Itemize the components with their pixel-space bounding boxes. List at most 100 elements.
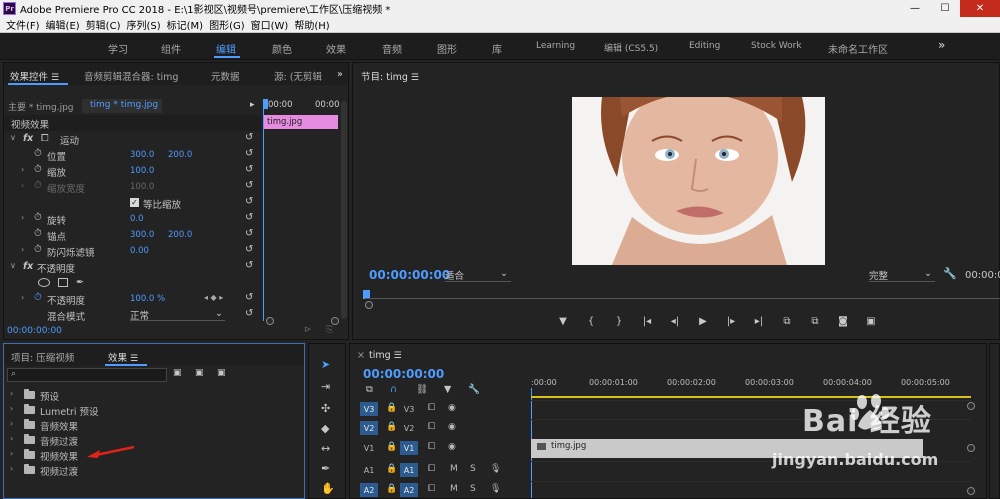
tab-effects[interactable]: 效果 ☰	[108, 350, 138, 364]
linked-selection-icon[interactable]: ⛓	[416, 384, 428, 395]
tab-source[interactable]: 源: (无剪辑	[274, 69, 322, 83]
expand-arrow-icon[interactable]: ›	[10, 404, 13, 413]
lift-button[interactable]: ⧉	[773, 316, 801, 332]
microphone-icon[interactable]: 🎙	[490, 464, 501, 474]
close-tab-icon[interactable]: ×	[357, 350, 365, 361]
expand-arrow-icon[interactable]: ›	[10, 464, 13, 473]
stopwatch-icon[interactable]: ⏱	[34, 148, 42, 159]
menu-markers[interactable]: 标记(M)	[167, 17, 203, 32]
reset-icon[interactable]: ↺	[245, 308, 253, 319]
zoom-handle[interactable]	[331, 317, 339, 325]
export-frame-icon[interactable]: ⎘	[326, 325, 333, 335]
solo-button[interactable]: S	[470, 464, 476, 474]
lock-icon[interactable]: 🔒	[386, 442, 397, 452]
tab-sequence[interactable]: timg ☰	[369, 350, 402, 361]
zoom-handle[interactable]	[365, 301, 373, 309]
stopwatch-icon[interactable]: ⏱	[34, 244, 42, 255]
anchor-y-value[interactable]: 200.0	[168, 230, 192, 240]
position-y-value[interactable]: 200.0	[168, 150, 192, 160]
track-select-tool-icon[interactable]: ⇥	[321, 380, 330, 393]
mark-in-button[interactable]: {	[577, 316, 605, 332]
effect-controls-scrollbar[interactable]	[341, 101, 347, 319]
tab-audio-clip-mixer[interactable]: 音频剪辑混合器: timg	[84, 69, 178, 83]
list-item[interactable]: › Lumetri 预设	[4, 402, 304, 418]
lock-icon[interactable]: 🔒	[386, 403, 397, 413]
solo-button[interactable]: S	[470, 484, 476, 494]
workspace-stock-work[interactable]: Stock Work	[751, 41, 802, 51]
wrench-icon[interactable]: 🔧	[943, 267, 957, 280]
tab-project[interactable]: 项目: 压缩视频	[11, 350, 74, 364]
master-clip-label[interactable]: 主要 * timg.jpg	[8, 100, 74, 113]
effect-controls-clip[interactable]: timg.jpg	[264, 115, 338, 129]
scale-value[interactable]: 100.0	[130, 166, 154, 176]
menu-clip[interactable]: 剪辑(C)	[86, 17, 121, 32]
expand-arrow-icon[interactable]: ›	[10, 449, 13, 458]
expand-arrow-icon[interactable]: ∨	[10, 133, 16, 142]
workspace-editing-cs55[interactable]: 编辑 (CS5.5)	[604, 41, 658, 54]
list-item-video-effects[interactable]: › 视频效果	[4, 447, 304, 463]
workspace-more-button[interactable]: »	[938, 38, 945, 52]
rectangle-mask-icon[interactable]	[58, 278, 68, 287]
selection-tool-icon[interactable]: ➤	[321, 358, 330, 371]
program-scrub-bar[interactable]	[365, 298, 1000, 299]
fx-badge-icon[interactable]: fx	[23, 133, 33, 144]
play-button[interactable]: ▶	[689, 316, 717, 332]
effects-search-input[interactable]: ⌕	[7, 368, 167, 382]
list-item[interactable]: › 视频过渡	[4, 462, 304, 478]
pen-tool-icon[interactable]: ✒	[321, 462, 330, 475]
expand-arrow-icon[interactable]: ›	[10, 419, 13, 428]
step-back-button[interactable]: ◂|	[661, 316, 689, 332]
workspace-editing-en[interactable]: Editing	[689, 41, 720, 51]
workspace-libraries[interactable]: 库	[492, 41, 502, 56]
source-patch-a2[interactable]: A2	[360, 483, 378, 497]
menu-help[interactable]: 帮助(H)	[294, 17, 329, 32]
timeline-timecode[interactable]: 00:00:00:00	[363, 367, 444, 381]
list-item[interactable]: › 预设	[4, 387, 304, 403]
expand-arrow-icon[interactable]: ›	[10, 389, 13, 398]
sequence-clip-label[interactable]: timg * timg.jpg	[90, 100, 158, 110]
expand-arrow-icon[interactable]: ›	[21, 293, 24, 302]
reset-icon[interactable]: ↺	[245, 196, 253, 207]
workspace-color[interactable]: 颜色	[272, 41, 292, 56]
expand-arrow-icon[interactable]: ›	[21, 165, 24, 174]
list-item[interactable]: › 音频效果	[4, 417, 304, 433]
fit-select[interactable]: 适合 ⌄	[445, 268, 511, 282]
keyframe-nav-icon[interactable]: ◂ ◆ ▸	[204, 293, 223, 302]
eye-icon[interactable]: ◉	[448, 422, 456, 432]
panel-menu-icon[interactable]: ☰	[51, 73, 59, 83]
ellipse-mask-icon[interactable]	[38, 278, 50, 287]
menu-window[interactable]: 窗口(W)	[251, 17, 289, 32]
workspace-assembly[interactable]: 组件	[161, 41, 181, 56]
panel-menu-icon[interactable]: ☰	[411, 73, 419, 83]
resolution-select[interactable]: 完整 ⌄	[869, 268, 935, 282]
eye-icon[interactable]: ◉	[448, 403, 456, 413]
track-target-a2[interactable]: A2	[400, 483, 418, 497]
export-frame-button[interactable]: ◙	[829, 316, 857, 332]
track-target-v2[interactable]: V2	[400, 421, 418, 435]
reset-icon[interactable]: ↺	[245, 132, 253, 143]
stopwatch-icon[interactable]: ⏱	[34, 164, 42, 175]
program-timecode[interactable]: 00:00:00:00	[369, 268, 450, 282]
workspace-learn[interactable]: 学习	[108, 41, 128, 56]
source-patch-v1[interactable]: V1	[360, 441, 378, 455]
opacity-value[interactable]: 100.0 %	[130, 294, 165, 304]
reset-icon[interactable]: ↺	[245, 212, 253, 223]
step-forward-button[interactable]: |▸	[717, 316, 745, 332]
add-marker-icon[interactable]: ▼	[444, 384, 451, 395]
lock-icon[interactable]: 🔒	[386, 422, 397, 432]
expand-arrow-icon[interactable]: ›	[21, 213, 24, 222]
workspace-effects[interactable]: 效果	[326, 41, 346, 56]
anti-flicker-value[interactable]: 0.00	[130, 246, 149, 256]
effect-row-opacity[interactable]: ∨ fx 不透明度 ↺	[4, 259, 262, 275]
uniform-scale-checkbox[interactable]: ✓	[130, 198, 139, 207]
reset-icon[interactable]: ↺	[245, 164, 253, 175]
sync-lock-icon[interactable]: ⧠	[428, 484, 435, 494]
workspace-graphics[interactable]: 图形	[437, 41, 457, 56]
workspace-editing[interactable]: 编辑	[216, 41, 236, 56]
sync-lock-icon[interactable]: ⧠	[428, 442, 435, 452]
fx-badge-icon[interactable]: fx	[23, 261, 33, 272]
workspace-audio[interactable]: 音频	[382, 41, 402, 56]
track-target-v1[interactable]: V1	[400, 441, 418, 455]
menu-sequence[interactable]: 序列(S)	[126, 17, 160, 32]
razor-tool-icon[interactable]: ◆	[321, 422, 329, 435]
